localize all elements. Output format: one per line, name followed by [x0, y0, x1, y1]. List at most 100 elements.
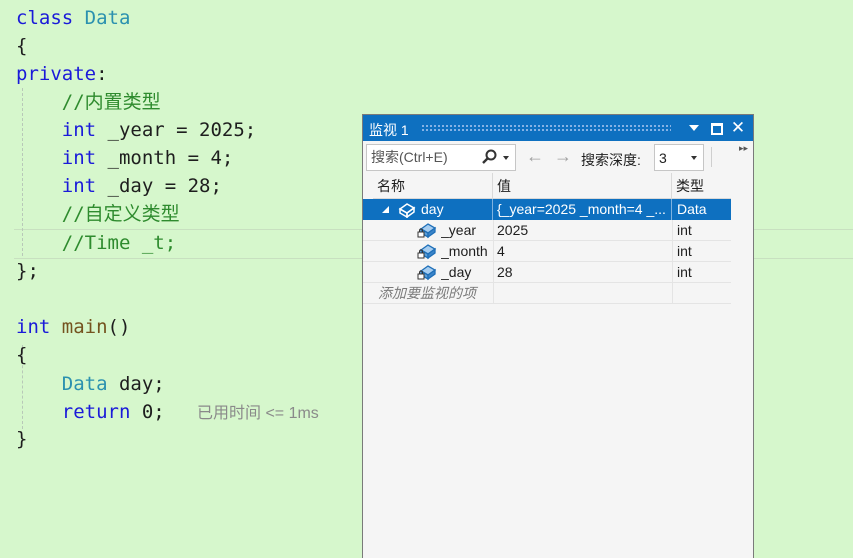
code-line: class Data — [16, 4, 130, 32]
watch-row-name: day — [421, 199, 493, 220]
close-icon: ✕ — [730, 118, 746, 137]
search-depth-value: 3 — [659, 150, 667, 166]
code-token: () — [107, 316, 131, 338]
code-token: } — [16, 428, 28, 450]
watch-row-name: _day — [441, 264, 472, 280]
watch-row-value[interactable]: {_year=2025 _month=4 _... — [493, 199, 672, 220]
dropdown-arrow-icon — [689, 125, 699, 131]
watch-row-type: int — [677, 243, 692, 259]
watch-row-type: Data — [677, 201, 707, 217]
search-depth-label: 搜索深度: — [581, 152, 641, 168]
code-token: //自定义类型 — [16, 203, 180, 225]
watch-grid[interactable]: 名称 值 类型 day {_year=2025 _month=4 _... Da… — [363, 173, 753, 558]
watch-title: 监视 1 — [369, 122, 409, 138]
private-field-icon — [417, 223, 437, 239]
code-token: _year = 2025; — [96, 119, 257, 141]
code-token: Data — [61, 373, 108, 395]
watch-row-year[interactable]: _year 2025 int — [363, 220, 731, 241]
maximize-button[interactable] — [707, 118, 725, 138]
code-line: int _month = 4; — [16, 144, 234, 172]
code-line: { — [16, 341, 27, 369]
close-button[interactable]: ✕ — [729, 118, 747, 138]
code-token: class — [16, 7, 85, 29]
code-token: //Time _t; — [16, 232, 177, 254]
search-back-button[interactable]: ← — [525, 146, 545, 166]
code-token: _month = 4; — [96, 147, 234, 169]
code-line: int main() — [16, 313, 130, 341]
column-header-value[interactable]: 值 — [493, 173, 672, 199]
code-token: return — [61, 401, 131, 423]
window-menu-button[interactable] — [685, 118, 703, 138]
add-watch-hint[interactable]: 添加要监视的项 — [378, 283, 493, 304]
arrow-left-icon: ← — [526, 146, 544, 166]
code-line: { — [16, 32, 27, 60]
maximize-icon — [711, 123, 723, 135]
watch-row-month[interactable]: _month 4 int — [363, 241, 731, 262]
current-line-highlight-right — [752, 229, 853, 259]
search-box[interactable] — [366, 144, 516, 171]
code-token: }; — [16, 260, 39, 282]
code-line: Data day; — [16, 370, 165, 398]
toolbar-separator — [711, 147, 712, 167]
watch-row-value[interactable]: 2025 — [493, 220, 672, 241]
column-header-type[interactable]: 类型 — [672, 173, 731, 199]
code-token: : — [96, 63, 108, 85]
watch-row-day[interactable]: day {_year=2025 _month=4 _... Data — [363, 199, 731, 220]
code-token: 0; — [130, 401, 165, 423]
code-token: int — [61, 147, 97, 169]
column-header-name[interactable]: 名称 — [373, 173, 493, 199]
code-token: { — [16, 35, 28, 57]
drag-grip[interactable] — [421, 124, 671, 131]
watch-row-value[interactable]: 28 — [493, 262, 672, 283]
code-line: //自定义类型 — [16, 200, 180, 228]
code-token: Data — [84, 7, 131, 29]
add-watch-row[interactable]: 添加要监视的项 — [363, 283, 731, 304]
code-token: int — [16, 316, 51, 338]
code-line: return 0; — [16, 398, 165, 426]
search-depth-select[interactable]: 3 — [654, 144, 704, 171]
code-line: private: — [16, 60, 108, 88]
code-line: int _year = 2025; — [16, 116, 256, 144]
watch-row-name: _month — [441, 243, 488, 259]
watch-row-name: _year — [441, 222, 477, 238]
code-token: int — [61, 175, 97, 197]
code-token: //内置类型 — [16, 91, 161, 113]
toolbar-overflow-button[interactable]: ▸▸ — [739, 143, 748, 154]
code-line: //Time _t; — [16, 229, 176, 257]
watch-row-day-field[interactable]: _day 28 int — [363, 262, 731, 283]
code-token: day; — [107, 373, 165, 395]
code-token: _day = 28; — [96, 175, 222, 197]
private-field-icon — [417, 265, 437, 281]
arrow-right-icon: → — [554, 146, 572, 166]
watch-row-value[interactable]: 4 — [493, 241, 672, 262]
search-input[interactable] — [371, 148, 479, 166]
object-icon — [398, 203, 416, 218]
watch-row-type: int — [677, 222, 692, 238]
expand-collapse-icon[interactable] — [382, 206, 389, 213]
search-dropdown-icon[interactable] — [503, 156, 509, 160]
search-icon[interactable] — [481, 149, 497, 165]
code-token: main — [61, 316, 108, 338]
private-field-icon — [417, 244, 437, 260]
search-forward-button[interactable]: → — [553, 146, 573, 166]
watch-toolbar: ← → 搜索深度: 3 ▸▸ — [363, 141, 753, 173]
code-token: { — [16, 344, 28, 366]
watch-window[interactable]: 监视 1 ✕ ← → 搜索深度: 3 — [362, 114, 754, 558]
code-line: } — [16, 425, 27, 453]
watch-title-bar[interactable]: 监视 1 ✕ — [363, 115, 753, 141]
row-separator — [363, 303, 731, 304]
code-line: }; — [16, 257, 39, 285]
depth-dropdown-icon — [691, 156, 697, 160]
watch-row-type: int — [677, 264, 692, 280]
code-line: int _day = 28; — [16, 172, 222, 200]
code-line: //内置类型 — [16, 88, 161, 116]
code-token: private — [16, 63, 97, 85]
elapsed-time-hint: 已用时间 <= 1ms — [197, 405, 319, 422]
code-token: int — [61, 119, 97, 141]
